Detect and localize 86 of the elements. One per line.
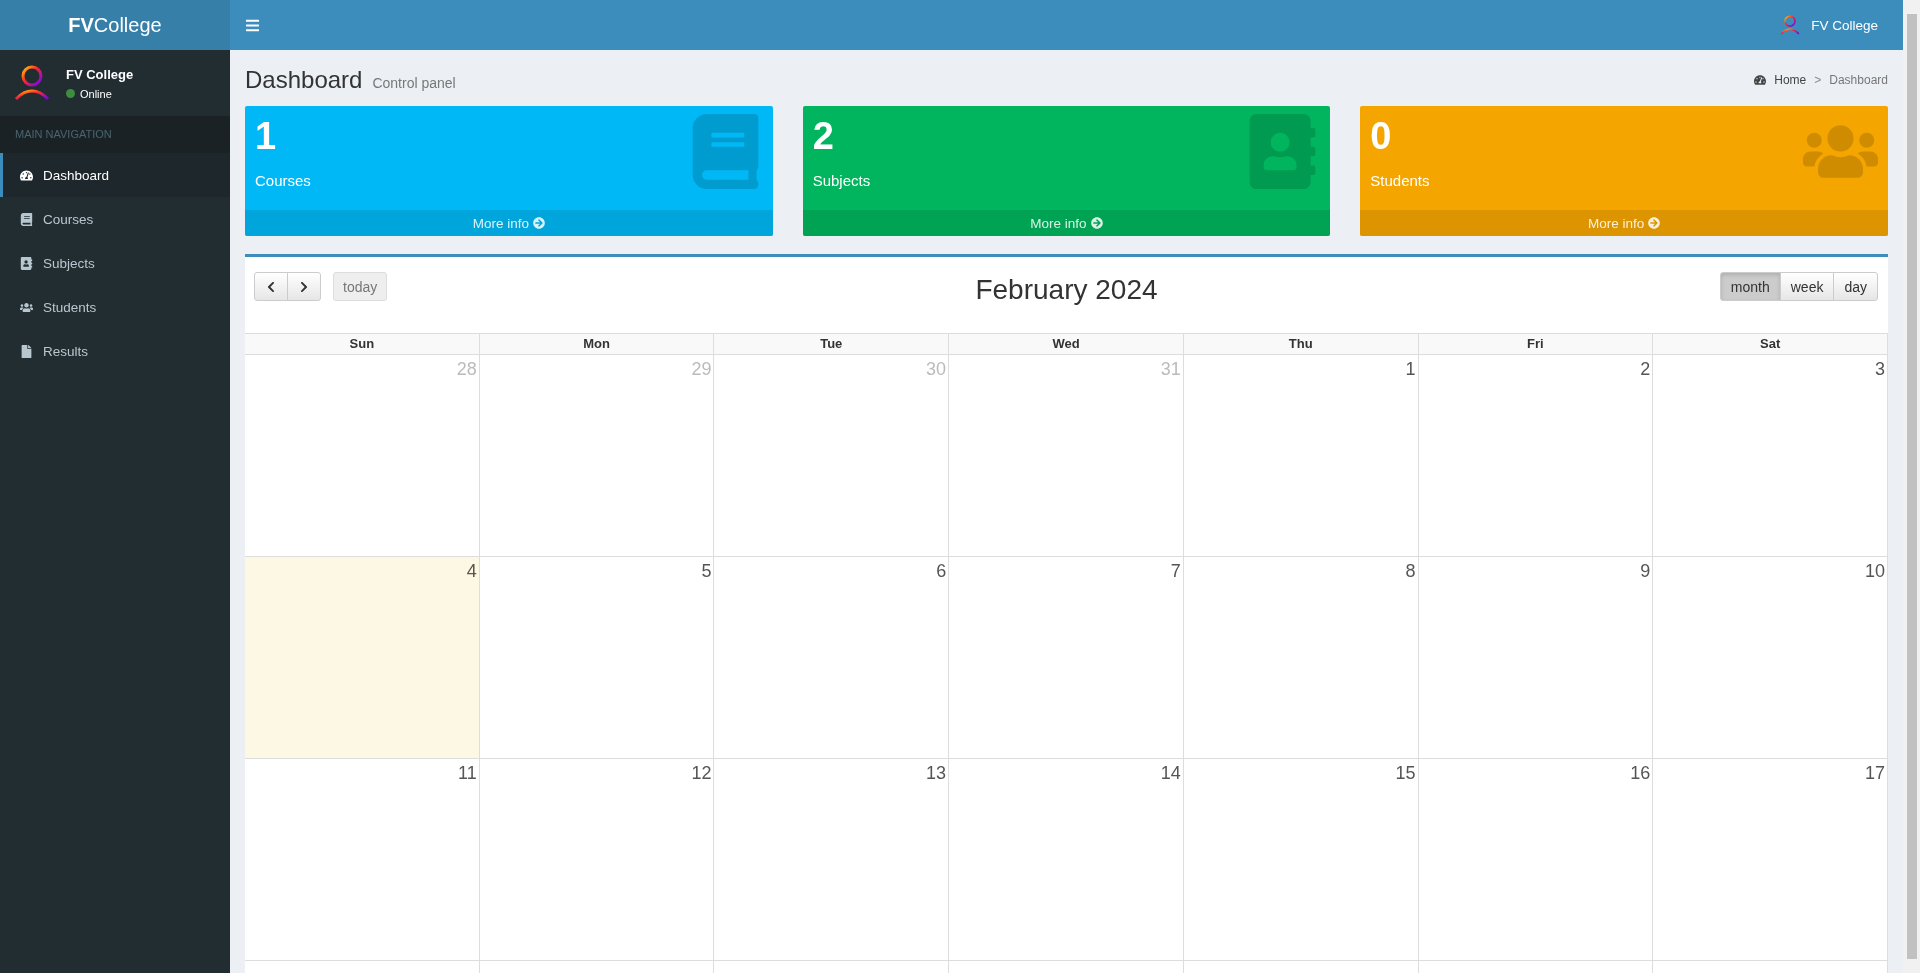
day-number: 28 [456,359,477,380]
info-label: Subjects [812,171,871,189]
day-cell[interactable]: 1 [1183,355,1419,557]
day-number: 16 [1630,763,1651,784]
view-tab[interactable]: month [1719,272,1781,301]
weekday-header: Sat [1653,333,1888,355]
day-cell[interactable]: 16 [1418,759,1654,961]
day-cell[interactable]: 17 [1653,759,1888,961]
day-number: 30 [926,359,947,380]
day-number: 11 [458,763,477,784]
nav-item[interactable]: Subjects [0,241,230,285]
day-number: 10 [1864,561,1885,582]
menu-icon[interactable] [245,17,260,33]
user-name[interactable]: FV College [1811,17,1878,33]
day-cell[interactable]: 10 [1653,557,1888,759]
day-number: 3 [1874,359,1885,380]
next-button[interactable] [287,272,321,301]
view-tab[interactable]: day [1833,272,1878,301]
status-dot [66,89,75,98]
weekday-header: Mon [479,333,715,355]
day-cell[interactable]: 13 [714,759,950,961]
nav-item[interactable]: Students [0,285,230,329]
day-cell[interactable]: 14 [949,759,1184,961]
day-cell[interactable]: 2 [1418,355,1654,557]
file-icon [20,344,33,358]
chevron-left-icon [265,280,277,293]
info-label: Students [1370,171,1430,189]
day-number: 15 [1395,763,1416,784]
dashboard-icon [20,168,33,182]
day-cell[interactable]: 5 [479,557,715,759]
avatar-icon [1779,14,1802,36]
info-count: 1 [255,116,277,158]
day-number: 2 [1640,359,1651,380]
page-subtitle: Control panel [372,75,456,91]
weekday-header: Fri [1418,333,1654,355]
nav-header: MAIN NAVIGATION [0,116,230,153]
day-number: 31 [1160,359,1181,380]
nav-item[interactable]: Results [0,329,230,373]
calendar-title: February 2024 [975,273,1158,306]
status-text: Online [80,87,112,100]
day-number: 7 [1170,561,1181,582]
weekday-header: Sun [245,333,480,355]
info-count: 2 [812,116,834,158]
day-cell[interactable]: 12 [479,759,715,961]
weekday-header: Wed [949,333,1184,355]
day-cell[interactable]: 3 [1653,355,1888,557]
day-cell[interactable]: 11 [245,759,480,961]
breadcrumb-separator: > [1814,73,1822,87]
dashboard-icon [1754,74,1767,86]
chevron-right-icon [298,280,310,293]
info-count: 0 [1370,116,1392,158]
nav-item[interactable]: Courses [0,197,230,241]
scrollbar[interactable] [1903,0,1920,973]
day-number: 6 [936,561,947,582]
page-title: Dashboard [245,66,363,94]
day-number: 13 [926,763,947,784]
day-cell[interactable]: 6 [714,557,950,759]
day-number: 12 [691,763,712,784]
day-cell[interactable]: 9 [1418,557,1654,759]
day-number: 9 [1640,561,1651,582]
user-name: FV College [66,66,134,82]
weekday-header: Thu [1183,333,1419,355]
nav-item[interactable]: Dashboard [0,153,230,197]
day-number: 5 [701,561,712,582]
day-number: 29 [691,359,712,380]
view-tab[interactable]: week [1779,272,1835,301]
logo[interactable]: FVCollege [0,0,230,50]
day-cell[interactable]: 15 [1183,759,1419,961]
breadcrumb-link[interactable]: Dashboard [1829,73,1888,87]
weekday-header: Tue [714,333,950,355]
info-label: Courses [255,171,311,189]
previous-button[interactable] [254,272,288,301]
contact-book-icon [20,256,33,270]
breadcrumb-link[interactable]: Home [1774,73,1807,87]
users-icon [20,300,33,314]
day-number: 8 [1405,561,1416,582]
avatar-icon [12,63,52,103]
day-cell[interactable]: 8 [1183,557,1419,759]
book-icon [20,212,33,226]
day-number: 4 [466,561,477,582]
day-number: 1 [1405,359,1416,380]
day-cell[interactable]: 7 [949,557,1184,759]
today-button[interactable]: today [333,272,388,301]
day-cell[interactable]: 4 [245,557,480,759]
day-number: 14 [1160,763,1181,784]
day-number: 17 [1864,763,1885,784]
